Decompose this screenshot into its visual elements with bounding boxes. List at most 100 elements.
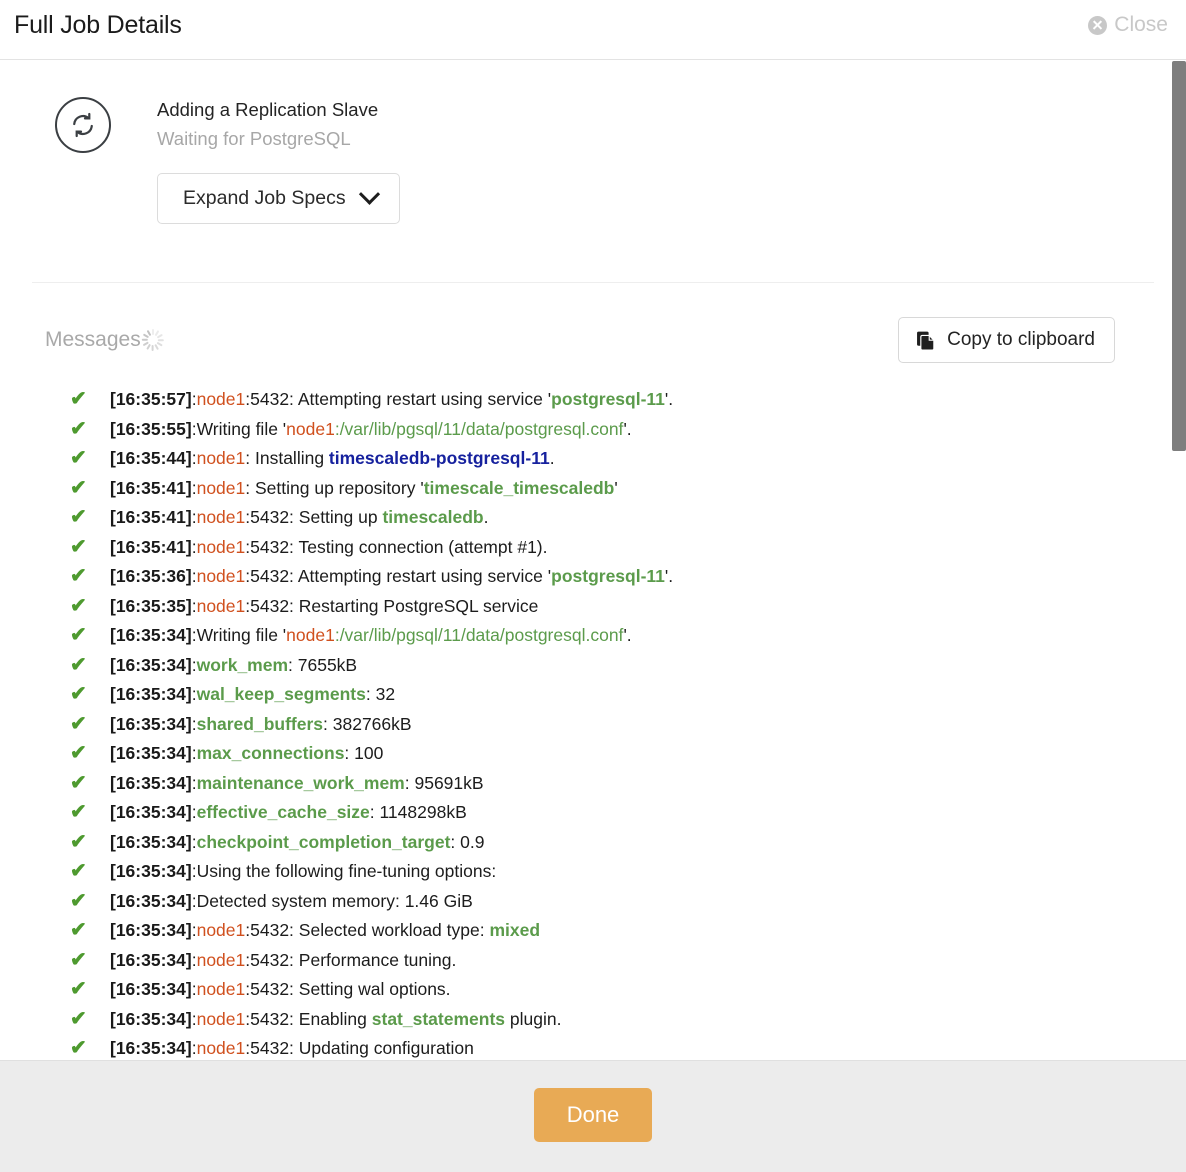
check-icon: ✔ xyxy=(70,771,87,794)
log-entry-text: [16:35:34]:effective_cache_size: 1148298… xyxy=(110,798,467,828)
vertical-scrollbar-track[interactable] xyxy=(1170,61,1186,1060)
log-entry-text: [16:35:36]:node1:5432: Attempting restar… xyxy=(110,562,673,592)
log-entry: ✔ [16:35:36]:node1:5432: Attempting resta… xyxy=(70,562,1186,592)
modal-body: Adding a Replication Slave Waiting for P… xyxy=(0,61,1186,1060)
log-segment: '. xyxy=(623,418,632,439)
close-circle-icon xyxy=(1088,15,1108,35)
log-entry-text: [16:35:35]:node1:5432: Restarting Postgr… xyxy=(110,592,538,622)
log-timestamp: [16:35:34] xyxy=(110,684,192,705)
log-timestamp: [16:35:34] xyxy=(110,1008,192,1029)
log-segment: node1 xyxy=(196,477,246,498)
log-segment: node1 xyxy=(196,536,246,557)
log-entry: ✔ [16:35:34]:Writing file 'node1:/var/lib… xyxy=(70,621,1186,651)
log-timestamp: [16:35:34] xyxy=(110,654,192,675)
log-timestamp: [16:35:34] xyxy=(110,772,192,793)
done-button[interactable]: Done xyxy=(533,1088,653,1142)
log-segment: postgresql-11 xyxy=(551,566,665,587)
log-segment: maintenance_work_mem xyxy=(196,772,405,793)
log-segment: node1 xyxy=(286,418,335,439)
log-entry-text: [16:35:34]:wal_keep_segments: 32 xyxy=(110,680,395,710)
job-state: Waiting for PostgreSQL xyxy=(157,127,351,149)
log-segment: ' xyxy=(614,477,618,498)
log-entry-text: [16:35:34]:maintenance_work_mem: 95691kB xyxy=(110,769,484,799)
log-segment: timescaledb xyxy=(382,507,484,528)
log-entry: ✔ [16:35:44]:node1: Installing timescaled… xyxy=(70,444,1186,474)
check-icon: ✔ xyxy=(70,565,87,588)
log-timestamp: [16:35:41] xyxy=(110,536,192,557)
log-segment: node1 xyxy=(196,448,246,469)
log-entry-text: [16:35:34]:node1:5432: Updating configur… xyxy=(110,1034,474,1060)
log-timestamp: [16:35:34] xyxy=(110,861,192,882)
copy-to-clipboard-button[interactable]: Copy to clipboard xyxy=(898,317,1115,364)
messages-label: Messages xyxy=(45,328,141,352)
check-icon: ✔ xyxy=(70,506,87,529)
log-entry-text: [16:35:34]:node1:5432: Enabling stat_sta… xyxy=(110,1005,561,1035)
check-icon: ✔ xyxy=(70,860,87,883)
log-segment: : Installing xyxy=(245,448,329,469)
log-segment: node1 xyxy=(196,920,246,941)
check-icon: ✔ xyxy=(70,535,87,558)
log-timestamp: [16:35:44] xyxy=(110,448,192,469)
log-segment: :/var/lib/pgsql/11/data/postgresql.conf xyxy=(334,418,624,439)
log-segment: :5432: Updating configuration xyxy=(245,1038,474,1059)
close-button[interactable]: Close xyxy=(1088,13,1168,37)
check-icon: ✔ xyxy=(70,594,87,617)
log-timestamp: [16:35:34] xyxy=(110,743,192,764)
log-timestamp: [16:35:55] xyxy=(110,418,192,439)
log-segment: :Detected system memory: 1.46 GiB xyxy=(191,890,473,911)
log-entry: ✔ [16:35:34]:shared_buffers: 382766kB xyxy=(70,710,1186,740)
log-entry-text: [16:35:41]:node1:5432: Setting up timesc… xyxy=(110,503,489,533)
log-segment: plugin. xyxy=(505,1008,562,1029)
job-messages-list[interactable]: ✔ [16:35:57]:node1:5432: Attempting resta… xyxy=(0,385,1186,1060)
log-entry: ✔ [16:35:34]:Using the following fine-tun… xyxy=(70,857,1186,887)
check-icon: ✔ xyxy=(70,388,87,411)
log-segment: : Setting up repository ' xyxy=(245,477,424,498)
check-icon: ✔ xyxy=(70,417,87,440)
log-segment: :Writing file ' xyxy=(191,418,287,439)
log-entry: ✔ [16:35:41]:node1:5432: Setting up times… xyxy=(70,503,1186,533)
check-icon: ✔ xyxy=(70,919,87,942)
log-timestamp: [16:35:41] xyxy=(110,507,192,528)
loading-spinner-icon xyxy=(141,329,164,352)
log-entry: ✔ [16:35:34]:effective_cache_size: 114829… xyxy=(70,798,1186,828)
log-entry: ✔ [16:35:34]:maintenance_work_mem: 95691k… xyxy=(70,769,1186,799)
log-entry: ✔ [16:35:41]:node1: Setting up repository… xyxy=(70,474,1186,504)
log-entry-text: [16:35:34]:node1:5432: Selected workload… xyxy=(110,916,540,946)
log-entry-text: [16:35:55]:Writing file 'node1:/var/lib/… xyxy=(110,415,632,445)
vertical-scrollbar-thumb[interactable] xyxy=(1172,61,1186,451)
check-icon: ✔ xyxy=(70,712,87,735)
messages-toolbar: Messages Copy to clipboard xyxy=(0,283,1186,364)
log-segment: node1 xyxy=(196,389,246,410)
log-timestamp: [16:35:34] xyxy=(110,625,192,646)
log-segment: :Using the following fine-tuning options… xyxy=(191,861,497,882)
log-segment: '. xyxy=(664,566,674,587)
log-segment: effective_cache_size xyxy=(196,802,370,823)
check-icon: ✔ xyxy=(70,476,87,499)
log-entry-text: [16:35:34]:work_mem: 7655kB xyxy=(110,651,357,681)
modal-header: Full Job Details Close xyxy=(0,0,1186,60)
log-entry-text: [16:35:34]:Writing file 'node1:/var/lib/… xyxy=(110,621,632,651)
log-segment: : 1148298kB xyxy=(369,802,467,823)
log-segment: :5432: Selected workload type: xyxy=(245,920,490,941)
log-timestamp: [16:35:34] xyxy=(110,713,192,734)
log-timestamp: [16:35:34] xyxy=(110,1038,192,1059)
log-segment: timescale_timescaledb xyxy=(423,477,615,498)
log-entry-text: [16:35:41]:node1:5432: Testing connectio… xyxy=(110,533,548,563)
log-entry: ✔ [16:35:34]:node1:5432: Performance tuni… xyxy=(70,946,1186,976)
log-segment: :5432: Restarting PostgreSQL service xyxy=(245,595,539,616)
check-icon: ✔ xyxy=(70,624,87,647)
log-segment: :5432: Setting up xyxy=(245,507,383,528)
log-segment: node1 xyxy=(286,625,335,646)
check-icon: ✔ xyxy=(70,830,87,853)
log-timestamp: [16:35:57] xyxy=(110,389,192,410)
log-entry: ✔ [16:35:34]:work_mem: 7655kB xyxy=(70,651,1186,681)
log-segment: :5432: Attempting restart using service … xyxy=(245,389,552,410)
expand-job-specs-button[interactable]: Expand Job Specs xyxy=(157,173,400,225)
log-segment: '. xyxy=(623,625,632,646)
log-segment: node1 xyxy=(196,595,246,616)
log-segment: node1 xyxy=(196,1038,246,1059)
close-button-label: Close xyxy=(1114,13,1168,36)
log-segment: : 7655kB xyxy=(288,654,358,675)
copy-to-clipboard-label: Copy to clipboard xyxy=(947,329,1095,351)
log-entry-text: [16:35:34]:node1:5432: Setting wal optio… xyxy=(110,975,451,1005)
